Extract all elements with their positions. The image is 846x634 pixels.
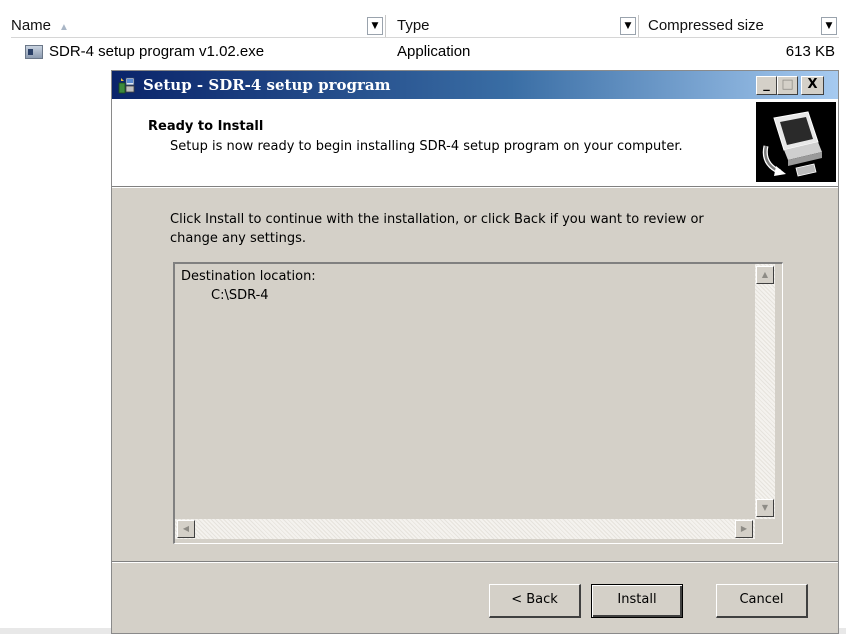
- scroll-down-icon[interactable]: ▼: [756, 499, 774, 517]
- install-button-label: Install: [617, 592, 657, 607]
- close-icon: X: [807, 77, 818, 92]
- maximize-button[interactable]: □: [777, 76, 798, 95]
- column-name-label: Name: [11, 17, 52, 34]
- header-divider: [112, 187, 838, 188]
- exe-file-icon: [25, 45, 43, 59]
- column-divider[interactable]: [638, 15, 639, 37]
- column-size-header[interactable]: Compressed size: [648, 15, 764, 37]
- column-type-label: Type: [397, 17, 430, 34]
- column-name-header[interactable]: Name ▲: [11, 15, 69, 37]
- cancel-button[interactable]: Cancel: [716, 584, 808, 618]
- file-name: SDR-4 setup program v1.02.exe: [49, 43, 265, 60]
- file-type: Application: [397, 43, 471, 60]
- install-instructions-line1: Click Install to continue with the insta…: [170, 212, 704, 227]
- file-row[interactable]: SDR-4 setup program v1.02.exe Applicatio…: [11, 41, 839, 63]
- ready-memo-box[interactable]: Destination location: C:\SDR-4 ▲ ▼ ◀ ▶: [173, 262, 783, 544]
- scrollbar-corner: [755, 519, 775, 539]
- wizard-page-subtitle: Setup is now ready to begin installing S…: [170, 139, 683, 154]
- dialog-titlebar[interactable]: Setup - SDR-4 setup program _ □ X: [112, 71, 838, 99]
- setup-dialog: Setup - SDR-4 setup program _ □ X Ready …: [111, 70, 839, 634]
- dialog-title: Setup - SDR-4 setup program: [143, 76, 391, 94]
- install-button[interactable]: Install: [591, 584, 683, 618]
- column-size-label: Compressed size: [648, 17, 764, 34]
- minimize-icon: _: [763, 77, 770, 92]
- file-size: 613 KB: [785, 43, 835, 60]
- horizontal-scrollbar[interactable]: ◀ ▶: [175, 519, 755, 539]
- sort-ascending-icon: ▲: [59, 22, 69, 33]
- install-instructions: Click Install to continue with the insta…: [170, 210, 780, 248]
- install-instructions-line2: change any settings.: [170, 231, 306, 246]
- back-button-label: < Back: [511, 592, 558, 607]
- column-divider[interactable]: [385, 15, 386, 37]
- close-button[interactable]: X: [801, 76, 824, 95]
- scroll-right-icon[interactable]: ▶: [735, 520, 753, 538]
- computer-install-logo: [756, 102, 836, 182]
- footer-divider-light: [112, 562, 838, 563]
- column-type-dropdown-icon[interactable]: ▼: [620, 17, 636, 35]
- setup-installer-icon: [118, 77, 135, 94]
- column-type-header[interactable]: Type: [397, 15, 430, 37]
- vertical-scrollbar[interactable]: ▲ ▼: [755, 264, 775, 519]
- column-header-bar: Name ▲ ▼ Type ▼ Compressed size ▼: [11, 15, 839, 38]
- column-size-dropdown-icon[interactable]: ▼: [821, 17, 837, 35]
- cancel-button-label: Cancel: [739, 592, 784, 607]
- minimize-button[interactable]: _: [756, 76, 777, 95]
- wizard-header-panel: Ready to Install Setup is now ready to b…: [112, 99, 838, 187]
- scroll-up-icon[interactable]: ▲: [756, 266, 774, 284]
- destination-location-value: C:\SDR-4: [211, 288, 269, 303]
- destination-location-label: Destination location:: [181, 269, 316, 284]
- wizard-page-title: Ready to Install: [148, 119, 264, 134]
- maximize-icon: □: [781, 77, 794, 92]
- back-button[interactable]: < Back: [489, 584, 581, 618]
- scroll-left-icon[interactable]: ◀: [177, 520, 195, 538]
- column-name-dropdown-icon[interactable]: ▼: [367, 17, 383, 35]
